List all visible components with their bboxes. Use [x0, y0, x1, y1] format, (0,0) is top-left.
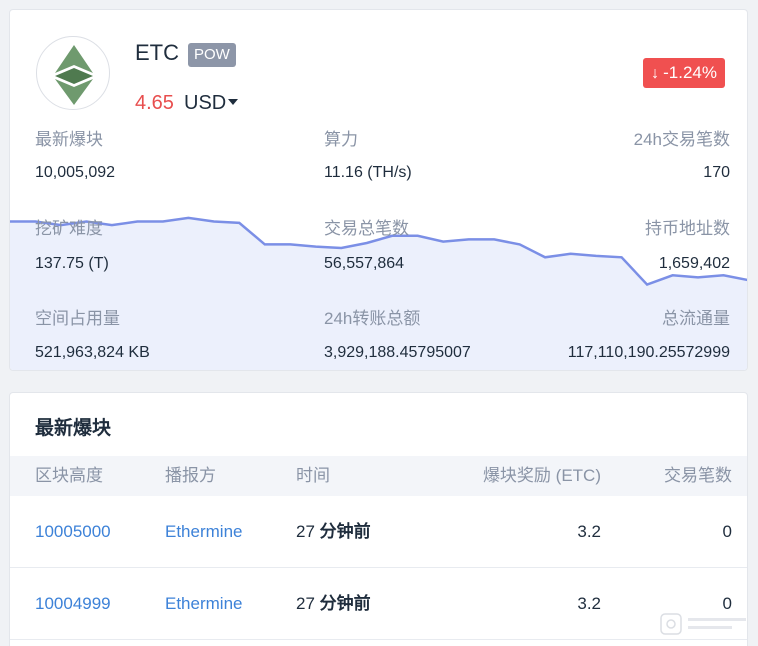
block-time-number: 27 [296, 522, 315, 541]
block-reward: 3.2 [577, 594, 601, 613]
miner-link[interactable]: Ethermine [165, 568, 242, 640]
stat-label-latest-block: 最新爆块 [35, 130, 103, 149]
currency-selector[interactable]: USD [184, 92, 226, 115]
latest-blocks-card: 最新爆块 区块高度 播报方 时间 爆块奖励 (ETC) 交易笔数 1000500… [9, 392, 748, 646]
coin-price: 4.65 [135, 92, 174, 114]
coin-summary-card: ETC POW 4.65 USD ↓ -1.24% 最新爆块 10,005,092… [9, 9, 748, 371]
stat-value-difficulty: 137.75 (T) [35, 255, 109, 272]
block-time-number: 27 [296, 594, 315, 613]
stat-label-total-tx: 交易总笔数 [324, 219, 409, 238]
price-change-value: -1.24% [663, 63, 717, 82]
block-height-link[interactable]: 10005000 [35, 496, 111, 568]
section-title: 最新爆块 [35, 418, 112, 439]
block-time: 27 分钟前 [296, 568, 371, 640]
stat-value-storage: 521,963,824 KB [35, 344, 150, 361]
stat-label-24h-tx: 24h交易笔数 [633, 130, 730, 149]
stat-value-total-tx: 56,557,864 [324, 255, 405, 272]
stat-label-holders: 持币地址数 [645, 219, 730, 238]
block-time-unit: 分钟前 [319, 594, 371, 613]
block-height-link[interactable]: 10004999 [35, 568, 111, 640]
stat-label-circulating: 总流通量 [662, 309, 730, 328]
column-header-reward: 爆块奖励 (ETC) [483, 456, 601, 496]
stat-value-hashrate: 11.16 (TH/s) [324, 164, 412, 181]
stat-label-24h-transfer: 24h转账总额 [324, 309, 421, 328]
etc-logo [36, 36, 110, 110]
column-header-time: 时间 [296, 466, 330, 485]
stat-label-difficulty: 挖矿难度 [35, 219, 103, 238]
stat-value-holders: 1,659,402 [658, 255, 730, 272]
table-header: 区块高度 播报方 时间 爆块奖励 (ETC) 交易笔数 [10, 456, 747, 496]
consensus-tag: POW [188, 43, 236, 67]
stat-label-hashrate: 算力 [324, 130, 358, 149]
column-header-reward-label: 爆块奖励 [482, 466, 551, 485]
block-reward: 3.2 [577, 522, 601, 541]
stat-value-circulating: 117,110,190.25572999 [567, 344, 730, 361]
stat-value-24h-tx: 170 [703, 164, 730, 181]
column-header-miner: 播报方 [165, 466, 216, 485]
column-header-tx: 交易笔数 [664, 466, 732, 485]
price-change-badge: ↓ -1.24% [643, 58, 725, 88]
etc-logo-icon [55, 45, 93, 105]
column-header-reward-unit: (ETC) [555, 466, 601, 485]
table-row: 10005000 Ethermine 27 分钟前 3.2 0 [10, 496, 747, 568]
stat-value-latest-block: 10,005,092 [35, 164, 116, 181]
watermark-logo-icon [660, 613, 746, 635]
miner-link[interactable]: Ethermine [165, 496, 242, 568]
block-tx-count: 0 [722, 522, 732, 541]
arrow-down-icon: ↓ [651, 65, 660, 82]
column-header-height: 区块高度 [35, 466, 103, 485]
block-time: 27 分钟前 [296, 496, 371, 568]
table-row: 10004999 Ethermine 27 分钟前 3.2 0 [10, 568, 747, 640]
coin-name: ETC [135, 40, 179, 65]
stat-label-storage: 空间占用量 [35, 309, 120, 328]
caret-down-icon[interactable] [228, 99, 238, 105]
stat-value-24h-transfer: 3,929,188.45795007 [324, 344, 471, 361]
block-time-unit: 分钟前 [319, 522, 371, 541]
